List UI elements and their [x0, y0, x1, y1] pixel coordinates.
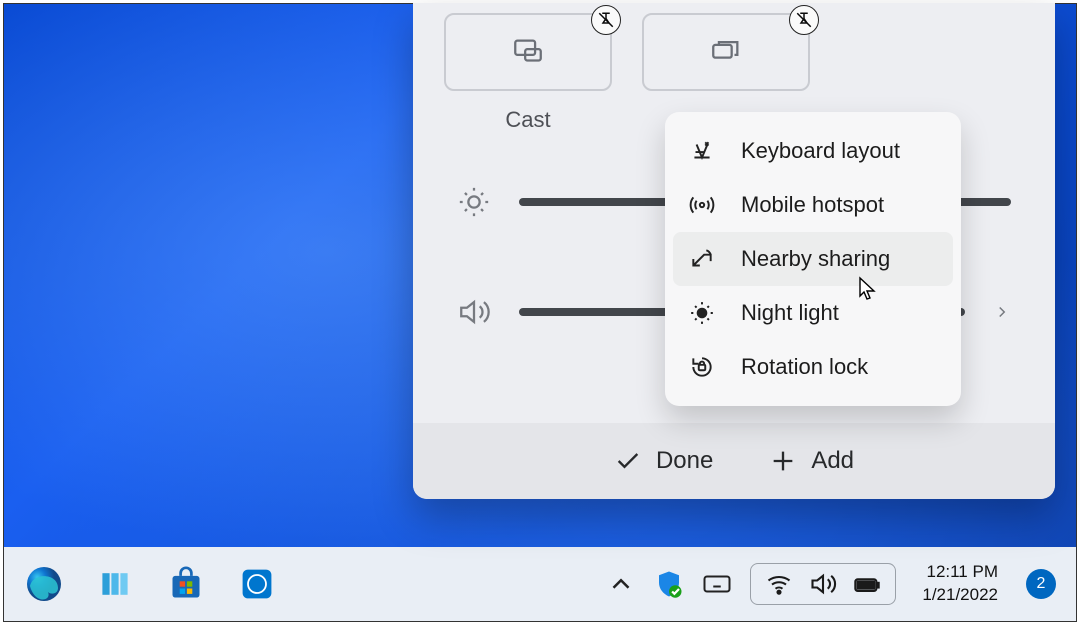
file-explorer-icon[interactable] [95, 564, 135, 604]
date-label: 1/21/2022 [922, 584, 998, 607]
menu-item-label: Rotation lock [741, 354, 868, 380]
dell-app-icon[interactable] [237, 564, 277, 604]
edge-icon[interactable] [24, 564, 64, 604]
done-button[interactable]: Done [614, 447, 713, 475]
menu-item-label: Keyboard layout [741, 138, 900, 164]
cast-tile[interactable] [444, 13, 612, 91]
night-light-icon [689, 300, 715, 326]
speaker-icon [809, 570, 837, 598]
add-button[interactable]: Add [769, 447, 854, 475]
menu-item-rotation-lock[interactable]: Rotation lock [673, 340, 953, 394]
wifi-icon [765, 570, 793, 598]
battery-icon [853, 570, 881, 598]
menu-item-keyboard-layout[interactable]: Keyboard layout [673, 124, 953, 178]
network-volume-battery-tray[interactable] [750, 563, 896, 605]
rotation-lock-icon [689, 354, 715, 380]
volume-chevron-icon[interactable] [993, 303, 1011, 321]
add-button-label: Add [811, 447, 854, 475]
time-label: 12:11 PM [922, 561, 998, 584]
menu-item-mobile-hotspot[interactable]: Mobile hotspot [673, 178, 953, 232]
done-button-label: Done [656, 447, 713, 475]
menu-item-label: Night light [741, 300, 839, 326]
nearby-sharing-icon [689, 246, 715, 272]
windows-security-icon[interactable] [654, 569, 684, 599]
brightness-icon [457, 185, 491, 219]
taskbar: 12:11 PM 1/21/2022 2 [4, 547, 1076, 621]
project-tile[interactable] [642, 13, 810, 91]
menu-item-nearby-sharing[interactable]: Nearby sharing [673, 232, 953, 286]
cursor-pointer-icon [858, 276, 878, 302]
notification-count: 2 [1037, 575, 1046, 593]
taskbar-clock[interactable]: 12:11 PM 1/21/2022 [922, 561, 998, 607]
mobile-hotspot-icon [689, 192, 715, 218]
cast-tile-label: Cast [505, 107, 550, 133]
touch-keyboard-icon[interactable] [702, 569, 732, 599]
menu-item-label: Nearby sharing [741, 246, 890, 272]
microsoft-store-icon[interactable] [166, 564, 206, 604]
tray-chevron-icon[interactable] [606, 569, 636, 599]
menu-item-label: Mobile hotspot [741, 192, 884, 218]
unpin-cast-icon[interactable] [591, 5, 621, 35]
volume-icon [457, 295, 491, 329]
keyboard-layout-icon [689, 138, 715, 164]
menu-item-night-light[interactable]: Night light [673, 286, 953, 340]
add-context-menu: Keyboard layout Mobile hotspot Nearby sh… [665, 112, 961, 406]
notification-badge[interactable]: 2 [1026, 569, 1056, 599]
unpin-project-icon[interactable] [789, 5, 819, 35]
